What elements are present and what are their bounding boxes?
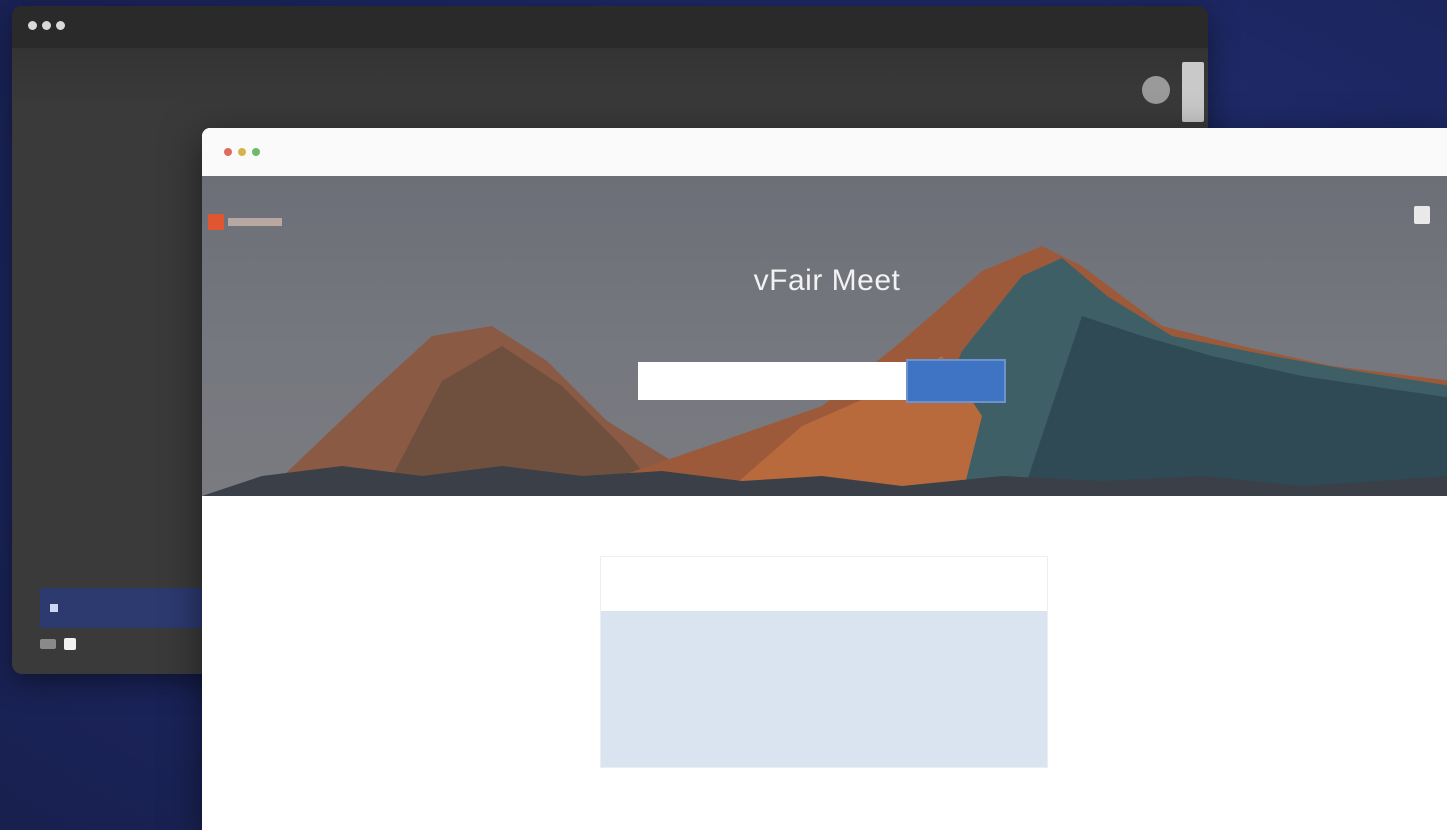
window-controls[interactable]	[28, 21, 65, 30]
desktop: vFair Meet	[0, 0, 1447, 830]
meetings-panel	[601, 611, 1047, 767]
main-content	[202, 496, 1447, 830]
join-meeting-button[interactable]	[906, 359, 1006, 403]
meeting-app-titlebar	[12, 6, 1208, 48]
menu-icon[interactable]	[1414, 206, 1430, 224]
browser-window: vFair Meet	[202, 128, 1447, 830]
control-icon[interactable]	[40, 639, 56, 649]
brand-logo[interactable]	[208, 212, 282, 230]
meetings-tabs	[619, 573, 633, 577]
minimize-window-dot[interactable]	[238, 148, 246, 156]
maximize-window-dot[interactable]	[252, 148, 260, 156]
avatar[interactable]	[1142, 76, 1170, 104]
mountain-background-image	[202, 246, 1447, 496]
maximize-window-dot[interactable]	[56, 21, 65, 30]
browser-window-controls[interactable]	[224, 148, 260, 156]
logo-mark-icon	[208, 214, 224, 230]
close-window-dot[interactable]	[224, 148, 232, 156]
meeting-app-side-panel[interactable]	[1182, 62, 1204, 122]
checkbox-icon[interactable]	[50, 604, 58, 612]
browser-toolbar	[202, 128, 1447, 177]
minimize-window-dot[interactable]	[42, 21, 51, 30]
close-window-dot[interactable]	[28, 21, 37, 30]
meetings-card	[600, 556, 1048, 768]
meeting-code-input[interactable]	[638, 362, 906, 400]
page-title: vFair Meet	[753, 264, 901, 297]
meeting-app-header	[12, 48, 1208, 106]
toggle-knob[interactable]	[64, 638, 76, 650]
meeting-app-controls	[40, 638, 76, 650]
join-meeting-form	[638, 359, 1006, 403]
meeting-app-notice-bar[interactable]	[40, 588, 220, 628]
hero-banner: vFair Meet	[202, 176, 1447, 496]
logo-wordmark	[228, 218, 282, 226]
